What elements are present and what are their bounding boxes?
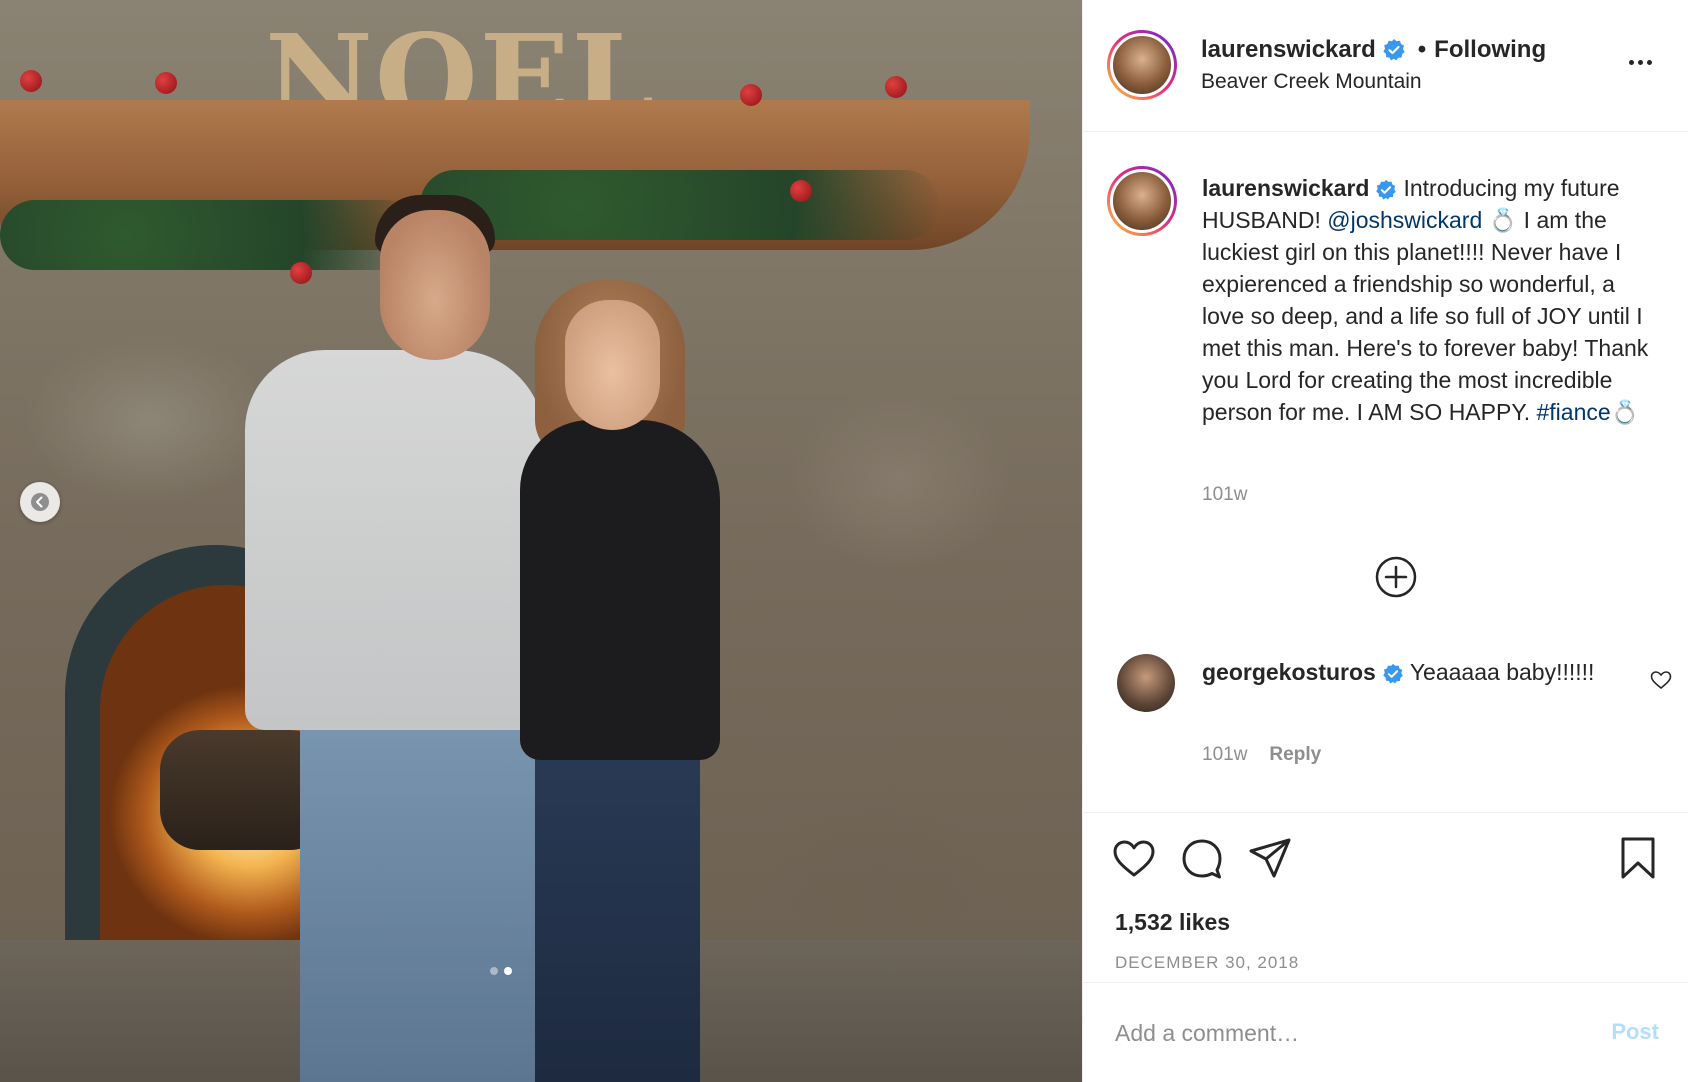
- woman-sweater: [520, 420, 720, 760]
- ring-emoji-end: 💍: [1610, 399, 1640, 425]
- hashtag-link[interactable]: #fiance: [1537, 399, 1611, 425]
- comment-timestamp[interactable]: 101w: [1202, 744, 1247, 766]
- more-icon: [1629, 59, 1634, 65]
- caption-text: laurenswickard Introducing my future HUS…: [1202, 172, 1662, 428]
- more-options-button[interactable]: [1629, 52, 1659, 72]
- carousel-dot: [490, 967, 498, 975]
- ornament: [740, 84, 762, 106]
- carousel-indicator: [490, 967, 512, 975]
- load-more-comments-icon[interactable]: [1375, 556, 1417, 598]
- caption-timestamp[interactable]: 101w: [1202, 484, 1247, 506]
- carousel-prev-button[interactable]: [20, 482, 60, 522]
- woman-jeans: [535, 745, 700, 1082]
- woman-face: [565, 300, 660, 430]
- caption-body-2: I am the luckiest girl on this planet!!!…: [1202, 207, 1649, 425]
- ornament: [290, 262, 312, 284]
- commenter-username[interactable]: georgekosturos: [1202, 659, 1376, 685]
- author-avatar[interactable]: [1107, 30, 1177, 100]
- man-jeans: [300, 720, 540, 1082]
- post-comment-button[interactable]: Post: [1611, 1019, 1659, 1045]
- author-username[interactable]: laurenswickard: [1201, 36, 1376, 64]
- ornament: [20, 70, 42, 92]
- garland-left: [0, 200, 420, 270]
- likes-count[interactable]: 1,532 likes: [1115, 909, 1230, 936]
- comment-body: Yeaaaaa baby!!!!!!: [1409, 659, 1595, 685]
- comment-bubble-icon[interactable]: [1179, 835, 1225, 881]
- ornament: [790, 180, 812, 202]
- carousel-dot-active: [504, 967, 512, 975]
- separator-dot: •: [1417, 36, 1427, 63]
- comment-text: georgekosturos Yeaaaaa baby!!!!!!: [1202, 656, 1622, 688]
- garland-right: [420, 170, 940, 240]
- reply-button[interactable]: Reply: [1269, 744, 1321, 766]
- comment-heart-icon[interactable]: [1649, 668, 1673, 692]
- comment-input[interactable]: [1115, 1011, 1555, 1055]
- commenter-avatar[interactable]: [1117, 654, 1175, 712]
- man-face: [380, 210, 490, 360]
- verified-badge-icon: [1383, 663, 1403, 684]
- post-photo[interactable]: NOEL: [0, 0, 1082, 1082]
- post-header: laurenswickard • Following Beaver Creek …: [1083, 0, 1688, 132]
- add-comment-bar: Post: [1083, 982, 1688, 1082]
- following-button[interactable]: Following: [1434, 36, 1546, 64]
- man-shirt: [245, 350, 545, 730]
- post-actions: 1,532 likes DECEMBER 30, 2018: [1083, 812, 1688, 982]
- caption-avatar[interactable]: [1107, 166, 1177, 236]
- bookmark-save-icon[interactable]: [1615, 835, 1661, 881]
- chevron-left-icon: [31, 493, 49, 511]
- mention-link[interactable]: @joshswickard: [1327, 207, 1482, 233]
- ring-emoji: 💍: [1488, 207, 1518, 233]
- ornament: [885, 76, 907, 98]
- ornament: [155, 72, 177, 94]
- location-link[interactable]: Beaver Creek Mountain: [1201, 70, 1422, 94]
- verified-badge-icon: [1383, 39, 1405, 61]
- post-sidebar: laurenswickard • Following Beaver Creek …: [1082, 0, 1688, 1082]
- post-date[interactable]: DECEMBER 30, 2018: [1115, 953, 1299, 973]
- verified-badge-icon: [1376, 179, 1397, 200]
- like-heart-icon[interactable]: [1111, 835, 1157, 881]
- share-send-icon[interactable]: [1247, 835, 1293, 881]
- caption-username[interactable]: laurenswickard: [1202, 175, 1369, 201]
